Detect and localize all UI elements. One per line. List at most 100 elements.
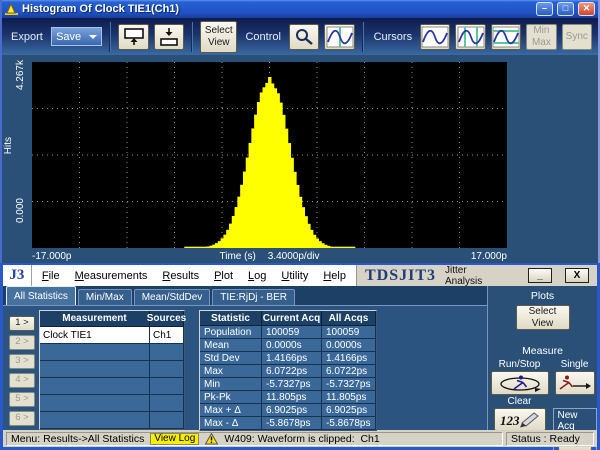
measurement-6-button: 6 > [9, 411, 35, 426]
app-icon [5, 3, 18, 15]
x-axis-min-label: -17.000p [32, 251, 151, 262]
histogram-window: Histogram Of Clock TIE1(Ch1) – □ ✕ Expor… [0, 0, 600, 263]
measurement-1-button[interactable]: 1 > [9, 316, 35, 331]
stat-row-max-minus-delta: Max - Δ -5.8678ps -5.8678ps [200, 417, 376, 430]
clear-123-pencil-icon: 123 [498, 410, 542, 429]
stat-row-min: Min -5.7327ps -5.7327ps [200, 378, 376, 391]
control-label: Control [245, 31, 280, 43]
histogram-plot-canvas [32, 62, 507, 248]
plots-select-view-button[interactable]: Select View [516, 305, 570, 330]
cursors-label: Cursors [374, 31, 413, 43]
run-stop-button[interactable] [491, 371, 549, 395]
column-header-sources: Sources [150, 311, 184, 327]
menu-measurements[interactable]: Measurements [75, 270, 148, 282]
menu-items: File Measurements Results Plot Log Utili… [32, 265, 356, 286]
app-close-button[interactable]: X [565, 268, 589, 283]
measurement-table-header: Measurement Sources [40, 311, 184, 327]
measurement-3-button: 3 > [9, 354, 35, 369]
measurement-row-empty [40, 412, 184, 429]
menu-log[interactable]: Log [248, 270, 266, 282]
single-label: Single [561, 359, 589, 370]
brand-name: TDSJIT3 [365, 267, 436, 285]
statistics-table: Statistic Current Acq All Acqs Populatio… [199, 310, 377, 431]
x-axis-max-label: 17.000p [388, 251, 507, 262]
y-axis-min-label: 0.000 [15, 198, 26, 223]
cursors-off-button[interactable] [420, 24, 450, 50]
clear-button[interactable]: 123 [494, 408, 546, 431]
menu-utility[interactable]: Utility [281, 270, 308, 282]
measurement-2-button: 2 > [9, 335, 35, 350]
measurement-5-button: 5 > [9, 392, 35, 407]
minimize-icon[interactable]: – [536, 2, 553, 16]
y-axis-title: Hits [3, 137, 14, 154]
main-content-row: All Statistics Min/Max Mean/StdDev TIE:R… [3, 286, 597, 430]
waveform-cursor-control-button[interactable] [324, 24, 354, 50]
status-bar: Menu: Results->All Statistics View Log W… [3, 430, 597, 447]
results-tabs: All Statistics Min/Max Mean/StdDev TIE:R… [3, 286, 487, 305]
svg-text:123: 123 [500, 413, 520, 428]
measurement-table: Measurement Sources Clock TIE1 Ch1 [39, 310, 185, 430]
menu-help[interactable]: Help [323, 270, 346, 282]
window-title: Histogram Of Clock TIE1(Ch1) [22, 3, 532, 15]
histogram-chart [32, 62, 507, 248]
x-axis: -17.000p Time (s) 3.4000p/div 17.000p [32, 251, 507, 262]
status-text: Status : Ready [511, 433, 580, 445]
single-button[interactable] [555, 371, 595, 395]
maximize-icon[interactable]: □ [557, 2, 574, 16]
stat-row-stddev: Std Dev 1.4166ps 1.4166ps [200, 352, 376, 365]
warning-message: W409: Waveform is clipped: Ch1 [224, 433, 379, 445]
measurement-row-1[interactable]: Clock TIE1 Ch1 [40, 327, 184, 344]
new-acq-label: New Acq [558, 410, 592, 432]
zoom-control-button[interactable] [289, 24, 319, 50]
stat-row-max-plus-delta: Max + Δ 6.9025ps 6.9025ps [200, 404, 376, 417]
menu-bar: J3 File Measurements Results Plot Log Ut… [3, 265, 597, 286]
runner-loop-icon [495, 374, 545, 392]
app-minimize-button[interactable]: _ [528, 268, 552, 283]
vertical-cursors-button[interactable] [455, 24, 485, 50]
measurement-4-button: 4 > [9, 373, 35, 388]
arrow-down-tray-icon [156, 27, 182, 47]
waveform-vertical-cursor-icon [326, 26, 354, 48]
view-log-button[interactable]: View Log [150, 433, 199, 445]
close-icon[interactable]: ✕ [578, 2, 595, 16]
stat-row-population: Population 100059 100059 [200, 326, 376, 339]
column-header-current-acq: Current Acq [262, 311, 322, 326]
select-view-button[interactable]: Select View [200, 21, 237, 53]
horizontal-cursors-button[interactable] [491, 24, 521, 50]
sync-button: Sync [562, 24, 592, 50]
plot-region: 4.267k Hits 0.000 -17.000p Time (s) 3.40… [2, 55, 598, 263]
measurement-name-cell[interactable]: Clock TIE1 [40, 327, 150, 344]
menu-plot[interactable]: Plot [214, 270, 233, 282]
runner-arrow-icon [558, 374, 592, 392]
warning-icon [205, 433, 218, 445]
tdsjit3-window: J3 File Measurements Results Plot Log Ut… [0, 263, 600, 450]
tab-all-statistics[interactable]: All Statistics [6, 286, 76, 305]
clear-label: Clear [508, 396, 532, 407]
toolbar-separator [362, 22, 364, 52]
menu-path-text: Menu: Results->All Statistics [11, 433, 144, 445]
chevron-down-icon [89, 35, 97, 39]
export-to-file-button[interactable] [154, 24, 184, 50]
toolbar-separator [191, 22, 193, 52]
j3-logo: J3 [3, 265, 32, 286]
column-header-measurement: Measurement [40, 311, 150, 327]
menu-results[interactable]: Results [162, 270, 199, 282]
menu-file[interactable]: File [42, 270, 60, 282]
measurement-row-empty [40, 344, 184, 361]
plots-panel-title: Plots [531, 290, 554, 302]
statistics-table-header: Statistic Current Acq All Acqs [200, 311, 376, 326]
x-axis-title: Time (s) [219, 251, 255, 262]
stat-row-pkpk: Pk-Pk 11.805ps 11.805ps [200, 391, 376, 404]
results-area: All Statistics Min/Max Mean/StdDev TIE:R… [3, 286, 487, 430]
save-dropdown[interactable]: Save [51, 27, 103, 46]
tab-tie-rjdj-ber[interactable]: TIE:RjDj - BER [212, 289, 295, 305]
measurement-source-cell[interactable]: Ch1 [150, 327, 184, 344]
brand-subtitle: Jitter Analysis [445, 265, 501, 287]
measure-panel-title: Measure [522, 345, 563, 357]
y-axis-max-label: 4.267k [15, 60, 26, 90]
column-header-statistic: Statistic [200, 311, 262, 326]
tab-min-max[interactable]: Min/Max [78, 289, 132, 305]
export-to-display-button[interactable] [118, 24, 148, 50]
tab-mean-stddev[interactable]: Mean/StdDev [134, 289, 211, 305]
waveform-two-horizontal-cursors-icon [492, 26, 520, 48]
